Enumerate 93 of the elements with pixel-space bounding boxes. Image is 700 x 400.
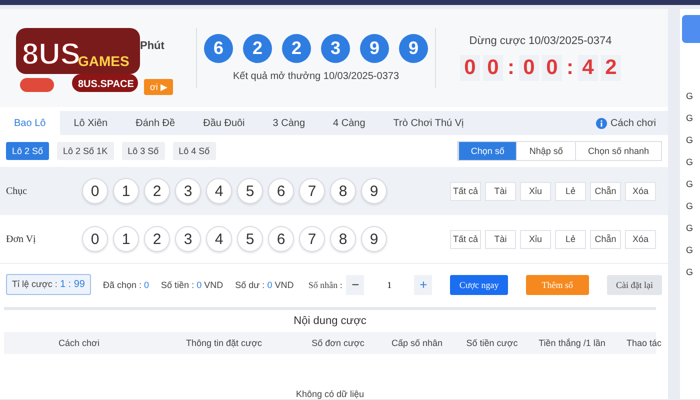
- panel-item[interactable]: G: [680, 267, 700, 281]
- number-ball[interactable]: 7: [299, 178, 325, 204]
- countdown-digit: :: [566, 55, 574, 81]
- action-button[interactable]: Cài đặt lại: [607, 274, 662, 294]
- countdown-digit: 4: [578, 55, 598, 81]
- game-tab[interactable]: Trò Chơi Thú Vị: [379, 111, 478, 135]
- number-ball[interactable]: 2: [144, 178, 170, 204]
- info-icon[interactable]: [596, 118, 607, 128]
- countdown-digit: 0: [483, 55, 503, 81]
- empty-message: Không có dữ liệu: [294, 388, 366, 399]
- number-ball[interactable]: 3: [175, 178, 201, 204]
- number-ball[interactable]: 6: [268, 226, 294, 252]
- plus-button[interactable]: +: [414, 276, 432, 294]
- panel-item[interactable]: G: [680, 157, 700, 171]
- result-ball: 2: [282, 34, 311, 63]
- multiplier-field[interactable]: 1: [364, 274, 414, 294]
- number-ball[interactable]: 9: [361, 178, 387, 204]
- countdown-digit: :: [506, 55, 516, 81]
- quick-pick-button[interactable]: Tài: [485, 230, 516, 248]
- countdown-digit: 0: [519, 55, 539, 81]
- quick-pick-button[interactable]: Xóa: [625, 230, 656, 248]
- number-ball[interactable]: 5: [237, 178, 263, 204]
- panel-item[interactable]: G: [680, 135, 700, 149]
- game-tab[interactable]: Bao Lô: [0, 111, 60, 135]
- result-ball: 9: [360, 34, 389, 63]
- help-link[interactable]: Cách chơi: [610, 118, 656, 128]
- bet-stat: Số tiền : 0 VND: [161, 280, 224, 290]
- result-caption: Kết quả mở thưởng 10/03/2025-0373: [232, 71, 400, 82]
- column-header: Thao tác: [625, 338, 663, 348]
- quick-pick-button[interactable]: Xóa: [625, 182, 656, 200]
- quick-pick-button[interactable]: Lẻ: [555, 230, 586, 248]
- result-ball: 3: [321, 34, 350, 63]
- game-tab[interactable]: Đầu Đuôi: [189, 111, 259, 135]
- countdown-digit: 0: [542, 55, 562, 81]
- number-ball[interactable]: 3: [175, 226, 201, 252]
- panel-item[interactable]: G: [680, 223, 700, 237]
- number-ball[interactable]: 4: [206, 178, 232, 204]
- number-ball[interactable]: 8: [330, 178, 356, 204]
- quick-pick-button[interactable]: Tất cả: [450, 182, 481, 200]
- mode-tab[interactable]: Chọn số: [458, 142, 516, 160]
- number-ball[interactable]: 8: [330, 226, 356, 252]
- panel-item[interactable]: G: [680, 201, 700, 215]
- result-ball: 9: [399, 34, 428, 63]
- subtype-tab[interactable]: Lô 3 Số: [122, 142, 165, 160]
- number-ball[interactable]: 2: [144, 226, 170, 252]
- column-header: Cách chơi: [58, 338, 100, 348]
- action-button[interactable]: Cược ngay: [450, 274, 508, 294]
- quick-pick-button[interactable]: Chẵn: [590, 182, 621, 200]
- column-header: Số tiền cược: [465, 338, 519, 348]
- row-label: Đơn Vị: [6, 234, 37, 244]
- game-tab[interactable]: Lô Xiên: [60, 111, 122, 135]
- column-header: Cấp số nhân: [390, 338, 444, 348]
- table-title: Nội dung cược: [292, 314, 368, 329]
- number-ball[interactable]: 0: [82, 226, 108, 252]
- minus-button[interactable]: −: [346, 276, 364, 294]
- result-ball: 6: [204, 34, 233, 63]
- panel-item[interactable]: G: [680, 113, 700, 127]
- result-ball: 2: [243, 34, 272, 63]
- quick-pick-button[interactable]: Lẻ: [555, 182, 586, 200]
- number-ball[interactable]: 9: [361, 226, 387, 252]
- number-ball[interactable]: 0: [82, 178, 108, 204]
- subtype-tab[interactable]: Lô 2 Số 1K: [57, 142, 114, 160]
- bet-stat: Số dư : 0 VND: [235, 280, 294, 290]
- panel-item[interactable]: G: [680, 91, 700, 105]
- column-header: Thông tin đặt cược: [185, 338, 263, 348]
- game-tab[interactable]: Đánh Đề: [122, 111, 190, 135]
- number-ball[interactable]: 4: [206, 226, 232, 252]
- multiplier-label: Số nhân :: [308, 280, 342, 290]
- panel-item[interactable]: G: [680, 245, 700, 259]
- number-ball[interactable]: 6: [268, 178, 294, 204]
- game-tab[interactable]: 3 Càng: [258, 111, 320, 135]
- subtype-tab[interactable]: Lô 4 Số: [172, 142, 216, 160]
- countdown-digit: 2: [601, 55, 621, 81]
- countdown-label: Dừng cược 10/03/2025-0374: [469, 35, 612, 47]
- quick-pick-button[interactable]: Tài: [485, 182, 516, 200]
- column-header: Tiền thắng /1 lần: [538, 338, 606, 348]
- panel-item[interactable]: G: [680, 179, 700, 193]
- game-tab[interactable]: 4 Càng: [319, 111, 380, 135]
- subtype-tab[interactable]: Lô 2 Số: [6, 142, 50, 160]
- quick-pick-button[interactable]: Tất cả: [450, 230, 481, 248]
- bet-stat: Đã chọn : 0: [102, 280, 150, 290]
- quick-pick-button[interactable]: Xỉu: [520, 230, 551, 248]
- header-label: Phút: [140, 40, 164, 52]
- quick-pick-button[interactable]: Xỉu: [520, 182, 551, 200]
- number-ball[interactable]: 7: [299, 226, 325, 252]
- quick-pick-button[interactable]: Chẵn: [590, 230, 621, 248]
- odds-badge: Tỉ lệ cược : 1 : 99: [6, 274, 91, 295]
- column-header: Số đơn cược: [310, 338, 366, 348]
- countdown-digit: 0: [460, 55, 480, 81]
- row-label: Chục: [6, 186, 28, 196]
- number-ball[interactable]: 5: [237, 226, 263, 252]
- number-ball[interactable]: 1: [113, 178, 139, 204]
- number-ball[interactable]: 1: [113, 226, 139, 252]
